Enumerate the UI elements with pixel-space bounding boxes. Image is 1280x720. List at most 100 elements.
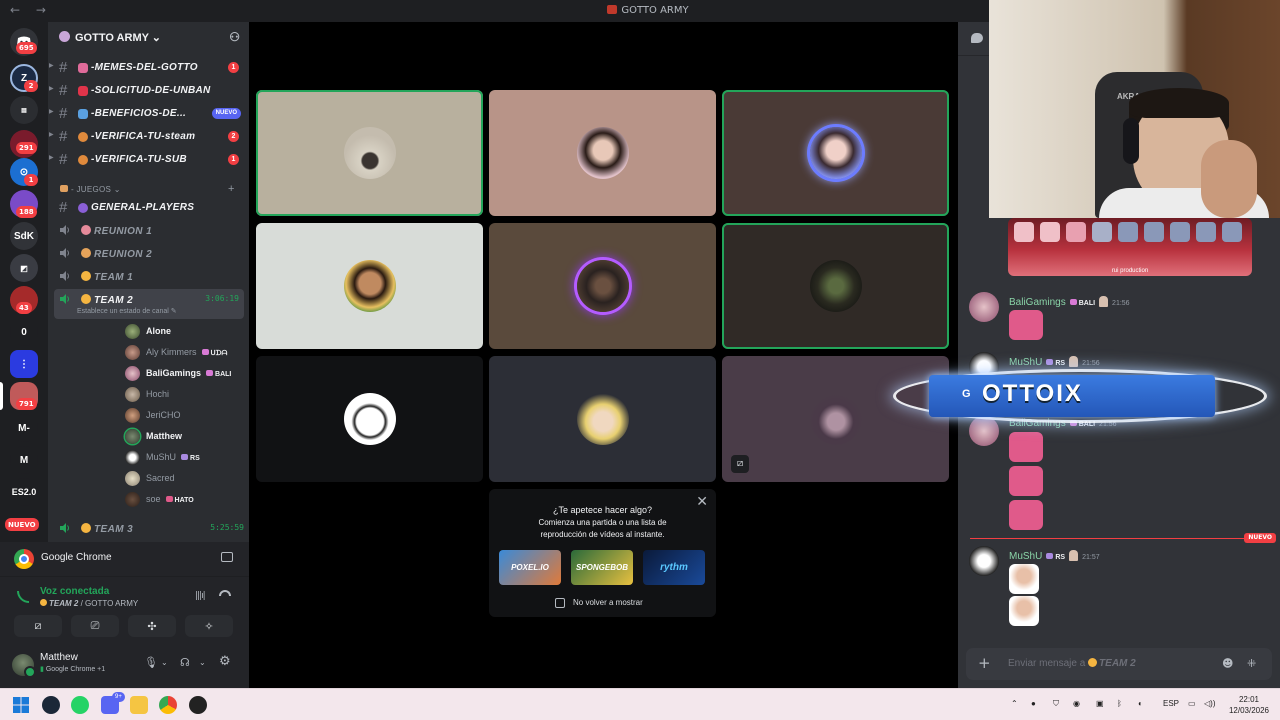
emoji-icon [78, 109, 88, 119]
voice-member[interactable]: JeriCHO [125, 406, 249, 426]
voice-member[interactable]: Alone [125, 322, 249, 342]
share-screen-button[interactable]: ⎚ [71, 615, 119, 637]
tray-chevron-icon[interactable]: ⌃ [1011, 699, 1018, 708]
avatar [125, 429, 140, 444]
unread-badge: 2 [24, 80, 38, 92]
activity-poxelio[interactable]: POXEL.IO [499, 550, 561, 585]
voice-channel-reunion-2[interactable]: REUNION 2 [48, 243, 249, 265]
avatar [576, 260, 629, 312]
language-indicator[interactable]: ESP [1163, 699, 1179, 708]
participant-tile[interactable] [722, 90, 949, 216]
soundboard-button[interactable]: ✧ [185, 615, 233, 637]
network-icon[interactable]: ▭ [1188, 699, 1196, 708]
chevron-down-icon[interactable]: ⌄ [161, 658, 168, 667]
share-screen-icon[interactable] [221, 552, 233, 562]
invite-people-icon[interactable]: ⚇ [229, 30, 240, 44]
tray-steam-icon[interactable]: ◉ [1073, 699, 1080, 708]
voice-member[interactable]: Sacred [125, 469, 249, 489]
speaker-icon [60, 271, 69, 281]
activity-spongebob[interactable]: SPONGEBOB [571, 550, 633, 585]
participant-tile[interactable] [489, 223, 716, 349]
voice-channel-team-2[interactable]: TEAM 2 3:06:19 Establece un estado de ca… [54, 289, 244, 319]
tray-app-icon[interactable]: ● [1031, 699, 1036, 708]
hidden-video-icon[interactable]: ⧄ [731, 455, 749, 473]
voice-channel-team-1[interactable]: TEAM 1 [48, 266, 249, 288]
channel-memes[interactable]: ▶ # -MEMES-DEL-GOTTO 1 [48, 57, 249, 79]
activity-rythm[interactable]: rythm [643, 550, 705, 585]
voice-member[interactable]: MuShU RS [125, 448, 249, 468]
file-explorer-icon[interactable] [130, 696, 148, 714]
clock[interactable]: 22:01 12/03/2026 [1222, 694, 1276, 716]
message-input[interactable]: Enviar mensaje a TEAM 2 [1008, 658, 1136, 669]
participant-tile[interactable]: ⧄ [722, 356, 949, 482]
volume-icon[interactable]: ◁)) [1204, 699, 1215, 708]
channel-beneficios[interactable]: ▶ # -BENEFICIOS-DE... NUEVO [48, 103, 249, 125]
new-messages-divider: NUEVO [970, 533, 1276, 543]
server-m-dash-icon[interactable]: M- [10, 414, 38, 442]
activities-button[interactable]: ✣ [128, 615, 176, 637]
voice-channel-reunion-1[interactable]: REUNION 1 [48, 220, 249, 242]
discord-badge: 9+ [112, 692, 125, 702]
whatsapp-icon[interactable] [71, 696, 89, 714]
dont-show-checkbox[interactable] [555, 598, 565, 608]
message-composer[interactable]: + Enviar mensaje a TEAM 2 ☻ ⁜ [966, 648, 1272, 680]
tray-app-icon[interactable]: ◐ [1138, 699, 1143, 708]
channel-verifica-steam[interactable]: ▶ # -VERIFICA-TU-steam 2 [48, 126, 249, 148]
add-channel-icon[interactable]: + [228, 183, 235, 195]
sticker [1009, 466, 1043, 496]
server-m-icon[interactable]: M [10, 446, 38, 474]
noise-suppression-icon[interactable]: |||ı| [195, 591, 206, 601]
apps-icon[interactable]: ⁜ [1247, 657, 1256, 670]
add-attachment-icon[interactable]: + [978, 654, 991, 672]
camera-off-button[interactable]: ⧄ [14, 615, 62, 637]
chevron-down-icon[interactable]: ⌄ [199, 658, 206, 667]
disconnect-icon[interactable] [219, 590, 231, 596]
server-emblem-icon[interactable]: ▤ [10, 96, 38, 124]
emoji-picker-icon[interactable]: ☻ [1222, 657, 1233, 670]
voice-channel-team-3[interactable]: TEAM 3 5:25:59 [48, 518, 249, 540]
server-sdk-icon[interactable]: SdK [10, 222, 38, 250]
category-juegos[interactable]: - JUEGOS ⌄ + [60, 183, 234, 195]
steam-icon[interactable] [42, 696, 60, 714]
participant-tile[interactable] [256, 90, 483, 216]
participant-tile[interactable] [489, 356, 716, 482]
guild-header[interactable]: GOTTO ARMY ⌄ ⚇ [48, 22, 249, 54]
participant-tile[interactable] [489, 90, 716, 216]
server-blue-square-icon[interactable]: ⋮ [10, 350, 38, 378]
avatar [125, 408, 140, 423]
server-division-icon[interactable]: ◩ [10, 254, 38, 282]
tray-app-icon[interactable]: ▣ [1096, 699, 1104, 708]
bluetooth-icon[interactable]: ᛒ [1117, 699, 1122, 708]
app-icon[interactable] [189, 696, 207, 714]
signal-icon[interactable] [17, 591, 29, 603]
voice-member[interactable]: soeHATO⌀⌀ [125, 490, 249, 510]
avatar[interactable] [969, 546, 999, 576]
participant-tile[interactable] [256, 356, 483, 482]
headphones-icon[interactable]: ☊ [180, 656, 190, 669]
gear-icon[interactable]: ⚙ [219, 654, 231, 669]
voice-member[interactable]: Hochi [125, 385, 249, 405]
voice-member[interactable]: Matthew [125, 427, 249, 447]
participant-tile[interactable] [256, 223, 483, 349]
channel-unban[interactable]: ▶ # -SOLICITUD-DE-UNBAN [48, 80, 249, 102]
emoji [1009, 596, 1039, 626]
participant-tile[interactable] [722, 223, 949, 349]
tray-shield-icon[interactable]: ⛉ [1053, 699, 1059, 709]
voice-member[interactable]: BaliGamings BALI [125, 364, 249, 384]
chat-bubble-icon[interactable] [971, 33, 983, 43]
channel-status-prompt[interactable]: Establece un estado de canal ✎ [77, 307, 177, 315]
channel-verifica-sub[interactable]: ▶ # -VERIFICA-TU-SUB 1 [48, 149, 249, 171]
avatar[interactable] [969, 416, 999, 446]
avatar[interactable] [12, 654, 36, 678]
microphone-icon[interactable]: 🎙 [144, 656, 158, 669]
avatar[interactable] [969, 292, 999, 322]
avatar [343, 127, 396, 179]
channel-general-players[interactable]: # GENERAL-PLAYERS [48, 197, 249, 219]
server-zero-icon[interactable]: 0 [10, 318, 38, 346]
activity-prompt: ✕ ¿Te apetece hacer algo? Comienza una p… [489, 489, 716, 617]
windows-start-icon[interactable] [12, 696, 30, 714]
voice-member[interactable]: Aly Kimmers ᑌᗪᗩ [125, 343, 249, 363]
server-es-icon[interactable]: ES2.0 [10, 478, 38, 506]
chrome-taskbar-icon[interactable] [159, 696, 177, 714]
server-tag: HATO [165, 496, 194, 504]
